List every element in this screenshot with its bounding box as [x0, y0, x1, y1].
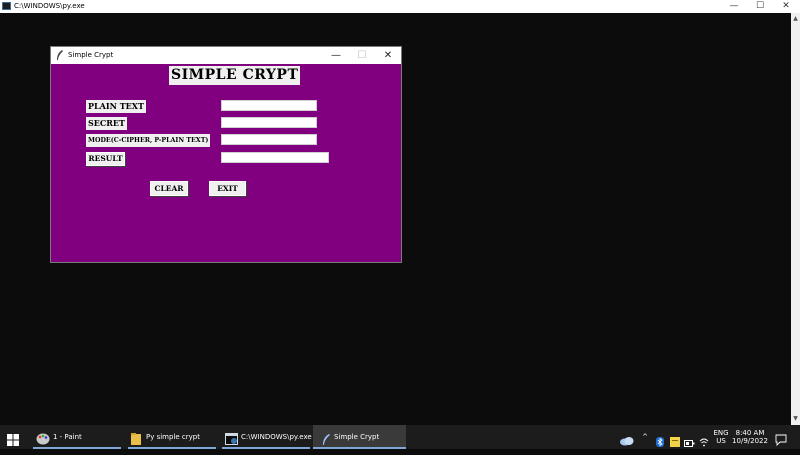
clear-button[interactable]: CLEAR [150, 181, 188, 196]
notes-app-icon[interactable] [670, 432, 680, 447]
plain-text-label: PLAIN TEXT [86, 100, 146, 113]
taskbar-item-py-simple-crypt[interactable]: Py simple crypt [128, 425, 216, 449]
weather-cloud-icon[interactable] [619, 431, 634, 446]
console-icon [2, 2, 11, 10]
folder-icon [131, 431, 141, 445]
console-maximize-button[interactable]: ☐ [747, 0, 773, 13]
taskbar-item-paint[interactable]: 1 - Paint [33, 425, 121, 449]
scroll-down-icon[interactable]: ▼ [791, 414, 800, 424]
tk-feather-icon [56, 50, 64, 61]
window-title: Simple Crypt [68, 51, 114, 59]
simple-crypt-titlebar[interactable]: Simple Crypt — ☐ ✕ [51, 47, 401, 64]
console-scrollbar[interactable] [791, 13, 800, 425]
mode-label: MODE(C-CIPHER, P-PLAIN TEXT) [86, 134, 211, 147]
clock[interactable]: 8:40 AM 10/9/2022 [732, 429, 768, 445]
taskbar: 1 - Paint Py simple crypt C:\WINDOWS\py.… [0, 425, 800, 449]
console-close-button[interactable]: ✕ [773, 0, 799, 13]
app-heading: SIMPLE CRYPT [169, 66, 301, 85]
exit-button[interactable]: EXIT [209, 181, 246, 196]
console-title: C:\WINDOWS\py.exe [14, 2, 85, 10]
minimize-button[interactable]: — [323, 47, 349, 64]
taskbar-item-label: 1 - Paint [53, 433, 82, 441]
console-titlebar[interactable]: C:\WINDOWS\py.exe — ☐ ✕ [0, 0, 800, 13]
taskbar-item-label: Py simple crypt [146, 433, 200, 441]
wifi-icon[interactable] [699, 432, 709, 447]
clock-date: 10/9/2022 [732, 437, 768, 445]
clock-time: 8:40 AM [735, 429, 765, 437]
language-code: ENG [713, 429, 729, 437]
taskbar-item-label: Simple Crypt [334, 433, 380, 441]
python-console-icon [225, 431, 238, 445]
bluetooth-icon[interactable] [656, 432, 664, 447]
result-button[interactable]: RESULT [86, 152, 125, 166]
mode-input[interactable] [221, 134, 317, 145]
secret-label: SECRET [86, 117, 127, 130]
taskbar-item-py-exe[interactable]: C:\WINDOWS\py.exe [222, 425, 312, 449]
paint-icon [36, 431, 50, 445]
scroll-up-icon[interactable]: ▲ [791, 14, 800, 24]
close-button[interactable]: ✕ [375, 47, 401, 64]
taskbar-item-label: C:\WINDOWS\py.exe [241, 433, 312, 441]
secret-input[interactable] [221, 117, 317, 128]
windows-start-icon[interactable] [7, 431, 19, 446]
battery-icon[interactable] [684, 433, 695, 447]
language-indicator[interactable]: ENG US [712, 429, 730, 445]
tk-feather-icon [322, 431, 330, 445]
region-code: US [716, 437, 726, 445]
notification-center-icon[interactable] [775, 431, 787, 447]
simple-crypt-window: Simple Crypt — ☐ ✕ SIMPLE CRYPT PLAIN TE… [50, 46, 402, 263]
plain-text-input[interactable] [221, 100, 317, 111]
maximize-button[interactable]: ☐ [349, 47, 375, 64]
tray-overflow-chevron-icon[interactable]: ^ [640, 430, 650, 444]
result-output-field[interactable] [221, 152, 329, 163]
taskbar-item-simple-crypt[interactable]: Simple Crypt [313, 425, 406, 449]
console-minimize-button[interactable]: — [721, 0, 747, 13]
